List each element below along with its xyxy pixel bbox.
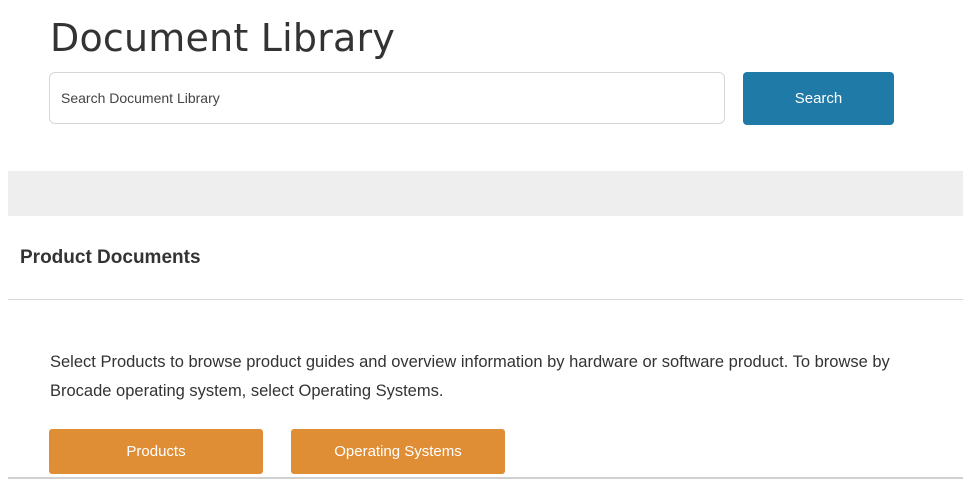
search-button[interactable]: Search xyxy=(743,72,894,125)
document-library-page: Document Library Search Product Document… xyxy=(0,0,963,483)
products-button[interactable]: Products xyxy=(49,429,263,474)
bottom-divider xyxy=(8,477,963,479)
section-description: Select Products to browse product guides… xyxy=(50,353,890,400)
search-input[interactable] xyxy=(49,72,725,124)
section-heading: Product Documents xyxy=(20,247,201,268)
operating-systems-button[interactable]: Operating Systems xyxy=(291,429,505,474)
section-divider xyxy=(8,299,963,300)
page-title: Document Library xyxy=(50,16,396,60)
gray-band xyxy=(8,171,963,216)
